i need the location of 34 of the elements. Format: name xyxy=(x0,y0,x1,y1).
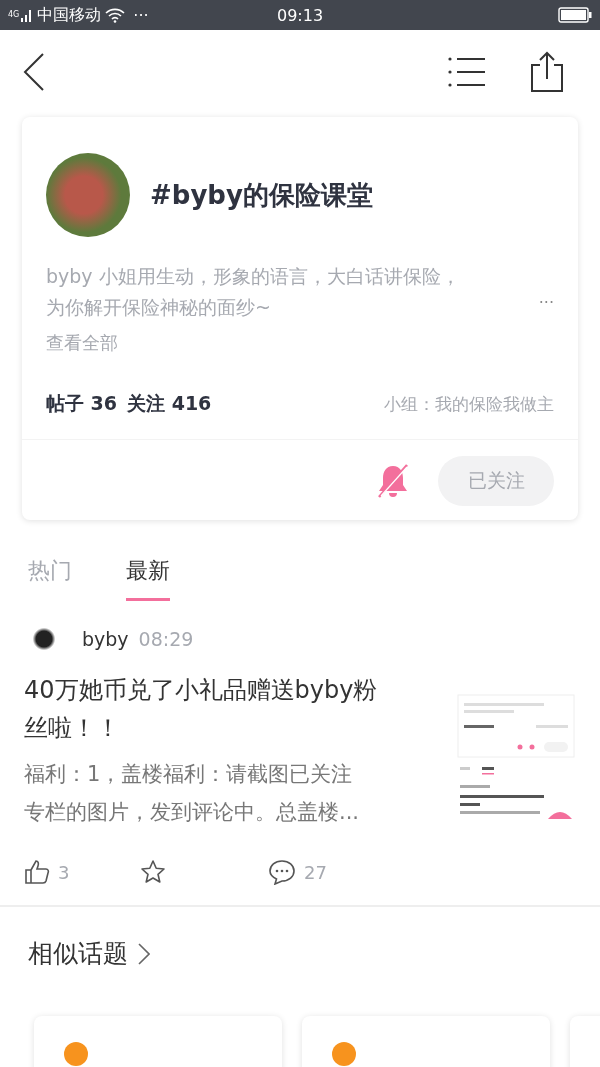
topic-icon xyxy=(64,1042,88,1066)
post-time: 08:29 xyxy=(138,628,194,650)
topic-description: byby 小姐用生动，形象的语言，大白话讲保险， 为你解开保险神秘的面纱~ xyxy=(46,264,460,320)
signal-icon xyxy=(21,8,34,22)
list-icon[interactable] xyxy=(448,56,486,88)
more-indicator: ··· xyxy=(133,5,149,25)
tab[interactable]: 热门 xyxy=(28,556,72,601)
wifi-icon xyxy=(105,7,126,23)
post-title[interactable]: 40万她币兑了小礼品赠送byby粉 丝啦！！ xyxy=(24,671,378,747)
view-all-link[interactable]: 查看全部 xyxy=(46,331,554,355)
back-icon[interactable] xyxy=(22,52,46,92)
carrier-name: 中国移动 xyxy=(37,4,102,26)
comment-count: 27 xyxy=(304,861,327,883)
follower-count: 关注 416 xyxy=(127,391,212,416)
battery-icon xyxy=(558,7,592,23)
tab[interactable]: 最新 xyxy=(126,556,170,601)
chevron-right-icon[interactable] xyxy=(138,942,150,965)
bell-icon[interactable] xyxy=(376,463,410,499)
network-type: 4G xyxy=(8,9,20,19)
thumbs-up-icon[interactable] xyxy=(24,859,50,885)
like-count: 3 xyxy=(58,861,70,883)
clock: 09:13 xyxy=(276,5,324,25)
more-button[interactable]: ··· xyxy=(538,293,554,312)
topic-title: #byby的保险课堂 xyxy=(150,178,373,212)
similar-topics-title[interactable]: 相似话题 xyxy=(28,937,128,970)
post-excerpt: 福利：1，盖楼福利：请截图已关注 专栏的图片，发到评论中。总盖楼... xyxy=(24,761,361,826)
share-icon[interactable] xyxy=(530,51,564,93)
comment-icon[interactable] xyxy=(268,859,296,885)
post-count: 帖子 36 xyxy=(46,391,118,416)
follow-button[interactable]: 已关注 xyxy=(438,456,554,506)
topic-icon xyxy=(332,1042,356,1066)
author-name: byby xyxy=(82,628,129,650)
group-link[interactable]: 小组：我的保险我做主 xyxy=(384,392,554,416)
star-icon[interactable] xyxy=(140,859,166,885)
